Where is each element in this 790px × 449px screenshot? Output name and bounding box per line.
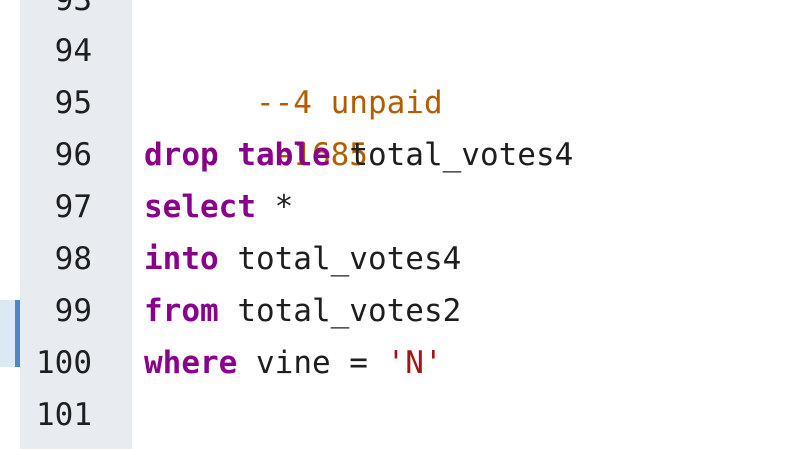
line-number: 97 — [54, 189, 92, 225]
line-number: 100 — [36, 345, 92, 381]
plain-token: total_votes4 — [218, 241, 462, 277]
code-line[interactable]: --4 unpaid — [144, 25, 443, 121]
line-number: 101 — [36, 397, 92, 433]
keyword-token: from — [144, 293, 219, 329]
plain-token: * — [255, 189, 294, 225]
line-number: 93 — [54, 0, 92, 18]
keyword-token: drop — [144, 137, 219, 173]
keyword-token: into — [144, 241, 219, 277]
code-text-area[interactable]: --4 unpaid --1685 drop table total_votes… — [132, 0, 790, 449]
plain-token: vine = — [237, 345, 387, 381]
plain-token: total_votes4 — [330, 137, 574, 173]
line-number: 99 — [54, 293, 92, 329]
keyword-token: table — [237, 137, 331, 173]
code-line[interactable]: select * — [144, 181, 293, 233]
code-line[interactable]: drop table total_votes4 — [144, 129, 573, 181]
code-line[interactable]: from total_votes2 — [144, 285, 461, 337]
editor-left-margin — [0, 0, 20, 449]
line-number: 96 — [54, 137, 92, 173]
plain-token: total_votes2 — [218, 293, 462, 329]
code-line[interactable]: --1685 — [144, 77, 368, 173]
line-number: 98 — [54, 241, 92, 277]
sql-editor[interactable]: 93 94 95 96 97 98 99 100 101 --4 unpaid … — [0, 0, 790, 449]
code-line[interactable]: where vine = 'N' — [144, 337, 443, 389]
code-line[interactable]: into total_votes4 — [144, 233, 461, 285]
line-number: 94 — [54, 33, 92, 69]
keyword-token: select — [144, 189, 256, 225]
line-number-gutter[interactable]: 93 94 95 96 97 98 99 100 101 — [20, 0, 132, 449]
keyword-token: where — [144, 345, 238, 381]
line-number: 95 — [54, 85, 92, 121]
string-token: 'N' — [386, 345, 443, 381]
